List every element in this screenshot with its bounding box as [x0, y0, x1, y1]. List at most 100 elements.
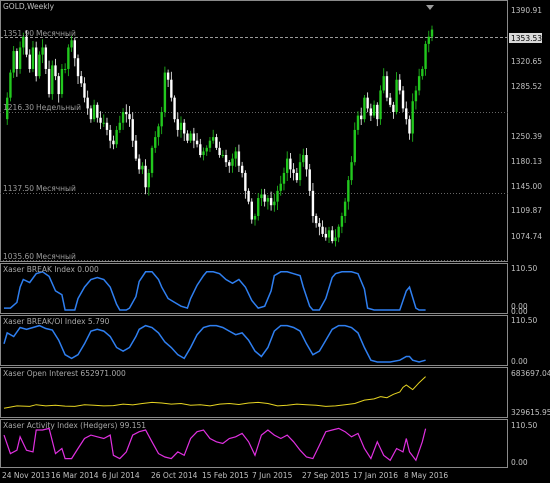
candle-body	[108, 129, 112, 141]
candle-body	[392, 104, 395, 112]
candle-body	[102, 122, 105, 124]
candle-body	[31, 47, 35, 69]
candle-body	[121, 111, 125, 123]
candle-body	[324, 233, 328, 238]
price-tick-2: 1320.65	[511, 57, 542, 66]
candle-body	[118, 122, 122, 130]
candle-body	[417, 76, 421, 91]
candle-body	[83, 83, 86, 98]
x-tick-label-3: 6 Jul 2014	[102, 471, 140, 480]
candle-body	[15, 51, 19, 69]
x-tick-label-4: 26 Oct 2014	[151, 471, 198, 480]
candle-body	[334, 237, 337, 242]
candle-body	[360, 115, 363, 120]
indicator2-axis-top: 110.50	[511, 316, 537, 325]
candle-body	[131, 119, 134, 141]
candle-body	[195, 140, 199, 145]
candle-body	[228, 162, 231, 166]
candle-body	[105, 122, 109, 130]
candle-body	[331, 230, 334, 242]
candle-body	[44, 47, 48, 69]
candle-body	[208, 140, 212, 148]
chart-background	[0, 0, 550, 483]
candle-body	[244, 172, 247, 191]
candle-body	[202, 151, 205, 156]
candle-body	[9, 72, 12, 98]
candle-body	[150, 147, 154, 173]
candle-body	[186, 133, 189, 141]
candle-body	[395, 79, 398, 112]
candle-body	[96, 104, 99, 118]
candle-body	[60, 68, 64, 95]
candle-body	[205, 147, 208, 152]
candle-body	[125, 111, 128, 115]
level-label-4-price: 1035.60	[3, 252, 34, 261]
candle-body	[327, 230, 331, 238]
candle-body	[211, 137, 215, 141]
candle-body	[57, 76, 60, 95]
candle-body	[388, 97, 392, 105]
candle-body	[80, 76, 83, 84]
candle-body	[22, 36, 25, 48]
candle-body	[99, 117, 102, 123]
candle-body	[192, 133, 196, 141]
candle-body	[47, 68, 51, 95]
candle-body	[314, 215, 318, 224]
candle-body	[25, 36, 28, 55]
candle-body	[421, 68, 424, 77]
candle-body	[51, 65, 54, 95]
price-tick-6: 1145.00	[511, 182, 542, 191]
candle-body	[34, 47, 38, 77]
candle-body	[76, 58, 80, 77]
candle-body	[215, 137, 218, 148]
candle-body	[427, 36, 430, 44]
indicator3-axis-top: 683697.045	[511, 369, 550, 378]
candle-body	[179, 122, 183, 130]
candle-body	[260, 194, 263, 199]
level-label-2-name: Недельный	[36, 103, 81, 112]
candle-body	[305, 155, 308, 170]
indicator4-title: Xaser Activity Index (Hedgers) 99.151	[3, 421, 146, 430]
candle-body	[250, 201, 253, 220]
candle-body	[285, 158, 289, 173]
candle-body	[382, 76, 385, 91]
candle-body	[221, 155, 225, 157]
candle-body	[128, 114, 131, 120]
candle-body	[424, 43, 427, 69]
x-tick-label-1: 24 Nov 2013	[2, 471, 50, 480]
level-label-2-price: 1216.30	[3, 103, 34, 112]
candle-body	[372, 104, 376, 116]
candle-body	[28, 54, 31, 69]
price-tick-8: 1074.74	[511, 232, 542, 241]
candle-body	[240, 165, 244, 173]
candle-body	[350, 162, 353, 181]
candle-body	[269, 198, 273, 206]
candle-body	[337, 226, 340, 238]
candle-body	[411, 101, 414, 134]
candle-body	[430, 29, 434, 37]
candle-body	[157, 126, 160, 138]
candle-body	[141, 165, 144, 170]
candle-body	[18, 47, 22, 69]
candle-body	[70, 40, 73, 48]
candle-body	[12, 51, 15, 73]
candle-body	[405, 108, 408, 120]
chart-canvas: 1351.90 Месячный 1216.30 Недельный 1137.…	[0, 0, 550, 483]
x-tick-label-9: 8 May 2016	[404, 471, 448, 480]
level-label-3-price: 1137.50	[3, 184, 34, 193]
candle-body	[347, 180, 350, 202]
x-tick-label-6: 7 Jun 2015	[252, 471, 293, 480]
candle-body	[147, 172, 151, 188]
indicator2-title: Xaser BREAK/OI Index 5.790	[3, 317, 110, 326]
candle-body	[67, 47, 70, 69]
candle-body	[363, 97, 366, 120]
candle-body	[247, 190, 250, 202]
candle-body	[173, 97, 176, 120]
candle-body	[170, 79, 173, 98]
candle-body	[176, 119, 179, 130]
candle-body	[353, 129, 356, 163]
candle-body	[41, 47, 44, 55]
candle-body	[321, 226, 324, 234]
price-tick-3: 1285.52	[511, 82, 542, 91]
candle-body	[282, 172, 286, 184]
